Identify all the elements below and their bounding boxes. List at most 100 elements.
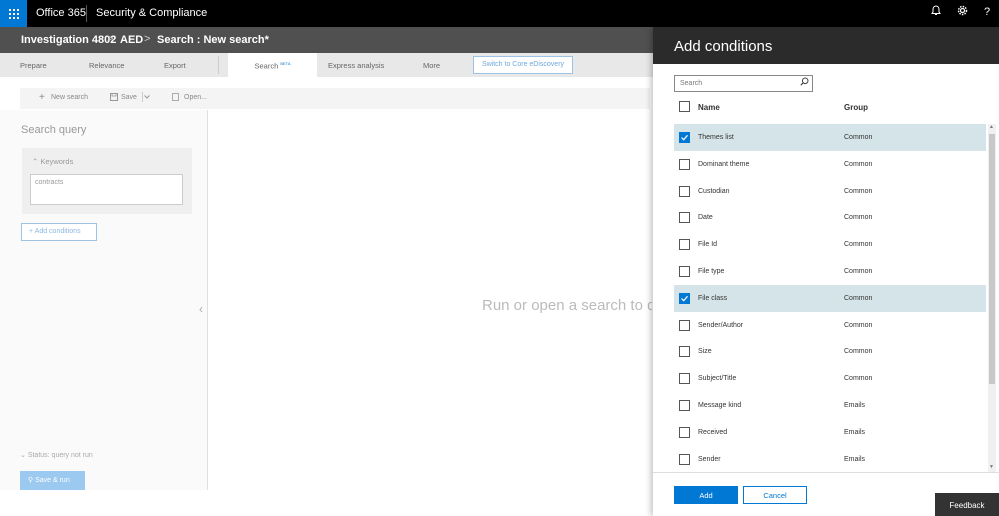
save-and-run-button[interactable]: ⚲ Save & run bbox=[20, 471, 85, 490]
condition-group: Common bbox=[844, 214, 873, 222]
condition-group: Emails bbox=[844, 455, 866, 463]
app-launcher-button[interactable] bbox=[0, 0, 27, 27]
new-search-button[interactable]: New search bbox=[51, 94, 88, 101]
open-button[interactable]: Open... bbox=[184, 94, 207, 101]
condition-group: Common bbox=[844, 241, 873, 249]
condition-group: Common bbox=[844, 160, 873, 168]
checkbox[interactable] bbox=[679, 346, 690, 358]
scrollbar-thumb[interactable] bbox=[989, 134, 995, 384]
checkbox-checked[interactable] bbox=[679, 292, 690, 304]
condition-row[interactable]: File class Common bbox=[674, 284, 986, 312]
switch-to-core-button[interactable]: Switch to Core eDiscovery bbox=[473, 56, 573, 74]
checkbox[interactable] bbox=[679, 212, 690, 224]
condition-row[interactable]: Themes list Common bbox=[674, 124, 986, 151]
condition-row[interactable]: Message kind Emails bbox=[674, 392, 986, 419]
checkmark-icon bbox=[681, 134, 688, 141]
beta-badge: BETA bbox=[280, 61, 291, 66]
checkbox[interactable] bbox=[679, 239, 690, 251]
tab-express-analysis[interactable]: Express analysis bbox=[328, 61, 384, 70]
cancel-button[interactable]: Cancel bbox=[743, 486, 807, 504]
scroll-up-icon[interactable]: ▲ bbox=[989, 124, 994, 130]
condition-name: Sender bbox=[698, 455, 721, 463]
add-conditions-label: Add conditions bbox=[34, 228, 81, 235]
add-conditions-flyout: Add conditions Search Name Group Themes … bbox=[653, 27, 999, 516]
add-conditions-button[interactable]: + Add conditions bbox=[21, 223, 97, 241]
condition-name: Custodian bbox=[698, 187, 730, 195]
select-all-checkbox[interactable] bbox=[679, 101, 690, 112]
flyout-title: Add conditions bbox=[653, 27, 999, 64]
tab-export[interactable]: Export bbox=[164, 61, 186, 70]
checkbox-checked[interactable] bbox=[679, 132, 690, 143]
toolbar: + New search Save Open... bbox=[20, 88, 650, 109]
condition-row[interactable]: Sender/Author Common bbox=[674, 312, 986, 339]
condition-group: Common bbox=[844, 268, 873, 275]
breadcrumb-aed[interactable]: AED bbox=[120, 34, 143, 46]
checkmark-icon bbox=[681, 295, 688, 302]
flyout-search-input[interactable]: Search bbox=[674, 75, 813, 92]
conditions-scrollbar[interactable]: ▲ ▼ bbox=[988, 124, 996, 472]
tab-more[interactable]: More bbox=[423, 61, 440, 70]
save-dropdown-chevron-icon[interactable] bbox=[142, 92, 151, 104]
help-icon[interactable]: ? bbox=[984, 6, 990, 18]
checkbox[interactable] bbox=[679, 400, 690, 411]
condition-name: Date bbox=[698, 214, 713, 222]
condition-row[interactable]: Custodian Common bbox=[674, 178, 986, 205]
condition-name: File Id bbox=[698, 241, 718, 249]
checkbox[interactable] bbox=[679, 426, 690, 438]
condition-name: Sender/Author bbox=[698, 321, 744, 329]
condition-row[interactable]: File Id Common bbox=[674, 231, 986, 258]
search-query-title: Search query bbox=[21, 124, 87, 136]
checkbox[interactable] bbox=[679, 158, 690, 170]
name-column-header[interactable]: Name bbox=[698, 103, 720, 112]
tab-search-label: Search bbox=[254, 61, 279, 71]
chevron-up-icon: ⌃ bbox=[32, 157, 39, 166]
app-name[interactable]: Security & Compliance bbox=[96, 7, 207, 19]
keywords-toggle[interactable]: ⌃ Keywords bbox=[32, 157, 73, 166]
condition-row[interactable]: Sender Emails bbox=[674, 446, 986, 473]
keywords-label: Keywords bbox=[40, 157, 74, 166]
condition-group: Common bbox=[844, 348, 873, 356]
bell-icon[interactable] bbox=[931, 5, 941, 19]
search-icon[interactable] bbox=[800, 77, 809, 88]
condition-group: Common bbox=[844, 134, 873, 141]
condition-name: Size bbox=[698, 348, 712, 356]
tab-prepare[interactable]: Prepare bbox=[20, 61, 47, 70]
checkbox[interactable] bbox=[679, 319, 690, 331]
gear-icon[interactable] bbox=[957, 5, 968, 19]
save-button[interactable]: Save bbox=[121, 94, 137, 101]
checkbox[interactable] bbox=[679, 266, 690, 277]
scroll-down-icon[interactable]: ▼ bbox=[989, 464, 994, 470]
condition-row[interactable]: Dominant theme Common bbox=[674, 151, 986, 178]
collapse-panel-chevron-icon[interactable]: ‹ bbox=[199, 302, 203, 316]
condition-name: File class bbox=[698, 294, 728, 302]
keywords-input[interactable]: contracts bbox=[30, 174, 183, 205]
query-status[interactable]: ⌄ Status: query not run bbox=[20, 451, 93, 459]
tab-search[interactable]: Search BETA bbox=[228, 53, 317, 77]
condition-name: File type bbox=[698, 268, 725, 275]
group-column-header[interactable]: Group bbox=[844, 103, 868, 112]
feedback-button[interactable]: Feedback bbox=[935, 493, 999, 516]
condition-group: Common bbox=[844, 187, 873, 195]
add-button[interactable]: Add bbox=[674, 486, 738, 504]
tab-divider bbox=[218, 56, 219, 74]
checkbox[interactable] bbox=[679, 185, 690, 197]
plus-icon: + bbox=[39, 92, 45, 103]
open-icon bbox=[172, 93, 180, 103]
keywords-section: ⌃ Keywords contracts bbox=[22, 148, 192, 214]
checkbox[interactable] bbox=[679, 453, 690, 465]
flyout-footer-divider bbox=[653, 472, 999, 473]
condition-row[interactable]: Size Common bbox=[674, 338, 986, 365]
condition-row[interactable]: Subject/Title Common bbox=[674, 365, 986, 392]
save-and-run-label: Save & run bbox=[35, 477, 70, 484]
condition-name: Subject/Title bbox=[698, 375, 737, 383]
search-query-panel: Search query ⌃ Keywords contracts + Add … bbox=[0, 110, 208, 490]
tab-relevance[interactable]: Relevance bbox=[89, 61, 124, 70]
breadcrumb-investigation[interactable]: Investigation 4802 bbox=[21, 34, 116, 46]
conditions-list: Themes list Common Dominant theme Common Cus… bbox=[674, 124, 986, 472]
condition-group: Common bbox=[844, 321, 873, 329]
brand-link[interactable]: Office 365 bbox=[36, 7, 86, 19]
condition-row[interactable]: File type Common bbox=[674, 258, 986, 285]
condition-row[interactable]: Date Common bbox=[674, 204, 986, 231]
condition-row[interactable]: Received Emails bbox=[674, 419, 986, 446]
checkbox[interactable] bbox=[679, 373, 690, 385]
